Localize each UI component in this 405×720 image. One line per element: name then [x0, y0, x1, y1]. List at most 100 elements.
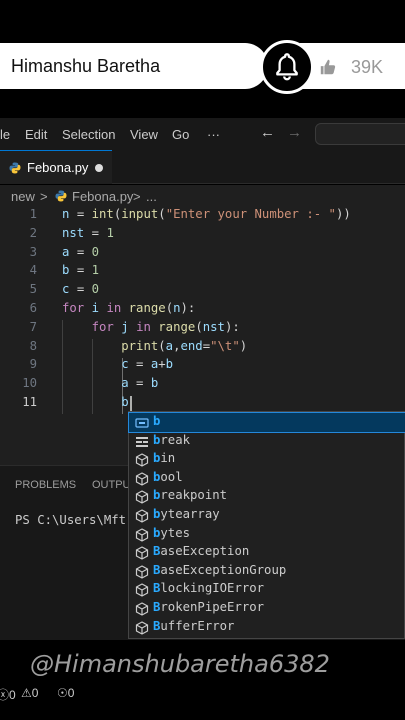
- channel-watermark: @Himanshubaretha6382: [30, 650, 330, 678]
- breadcrumb-separator: >: [133, 189, 141, 204]
- line-code: a = b: [62, 376, 159, 391]
- suggestion-label: BlockingIOError: [153, 581, 265, 596]
- line-number: 8: [29, 338, 37, 353]
- code-line[interactable]: 9 c = a+b: [0, 357, 405, 376]
- suggestion-label: bin: [153, 451, 176, 466]
- line-code: b: [62, 395, 129, 409]
- line-number: 9: [29, 357, 37, 372]
- suggestion-item[interactable]: bin: [129, 450, 405, 469]
- suggestion-label: BaseException: [153, 544, 250, 559]
- breadcrumb-symbol[interactable]: ...: [146, 189, 157, 204]
- line-number: 1: [29, 207, 37, 221]
- module-cube-icon: [135, 471, 149, 486]
- suggestion-item[interactable]: bool: [129, 469, 405, 488]
- suggestion-label: b: [153, 414, 161, 428]
- suggestion-item[interactable]: BaseException: [129, 543, 405, 562]
- suggestion-item[interactable]: BufferError: [129, 618, 405, 637]
- code-line[interactable]: 5 c = 0: [0, 282, 405, 301]
- suggestion-label: bool: [153, 469, 183, 484]
- line-code: for i in range(n):: [62, 301, 196, 315]
- line-number: 3: [29, 244, 37, 259]
- terminal-prompt[interactable]: PS C:\Users\Mft: [15, 513, 126, 527]
- suggestion-item[interactable]: b: [128, 412, 405, 433]
- line-code: n = int(input("Enter your Number :- ")): [62, 207, 351, 221]
- suggestion-item[interactable]: bytearray: [129, 506, 405, 525]
- menu-view[interactable]: View: [130, 127, 158, 142]
- breadcrumb-separator: >: [40, 189, 48, 204]
- code-line[interactable]: 8 print(a,end="\t"): [0, 339, 405, 358]
- error-count[interactable]: ⓧ0: [0, 686, 16, 703]
- warning-count[interactable]: ⚠0: [21, 686, 38, 700]
- breadcrumb-folder[interactable]: new: [11, 189, 35, 204]
- forward-arrow-icon[interactable]: →: [287, 124, 302, 141]
- code-line[interactable]: 7 for j in range(nst):: [0, 320, 405, 339]
- menu-file[interactable]: le: [0, 127, 10, 142]
- broadcast-icon: ☉: [57, 686, 68, 700]
- suggestion-label: breakpoint: [153, 488, 228, 503]
- ports-count[interactable]: ☉0: [57, 686, 74, 700]
- line-code: print(a,end="\t"): [121, 338, 248, 353]
- warning-icon: ⚠: [21, 686, 32, 700]
- line-number: 11: [22, 395, 37, 409]
- module-cube-icon: [135, 564, 149, 579]
- code-line[interactable]: 10 a = b: [0, 376, 405, 395]
- line-code: c = a+b: [62, 357, 174, 372]
- module-cube-icon: [135, 582, 149, 598]
- bell-icon: [276, 53, 298, 81]
- line-number: 5: [29, 282, 37, 297]
- breadcrumb-file[interactable]: Febona.py: [72, 189, 133, 204]
- subscribe-bell-button[interactable]: [260, 40, 314, 94]
- menu-selection[interactable]: Selection: [62, 127, 115, 142]
- module-cube-icon: [135, 545, 149, 560]
- suggestion-item[interactable]: BaseExceptionGroup: [129, 562, 405, 581]
- line-number: 2: [29, 225, 37, 240]
- variable-icon: [135, 415, 149, 429]
- like-count: 39K: [351, 57, 384, 77]
- line-code: a = 0: [62, 244, 100, 259]
- suggestion-label: break: [153, 432, 191, 447]
- status-bar: ⓧ0 ⚠0 ☉0: [0, 682, 405, 704]
- breadcrumb: new > Febona.py > ...: [0, 185, 405, 207]
- suggestion-label: BaseExceptionGroup: [153, 562, 287, 577]
- code-line[interactable]: 6 for i in range(n):: [0, 301, 405, 320]
- suggestion-item[interactable]: break: [129, 432, 405, 451]
- command-center-search[interactable]: [315, 123, 405, 145]
- line-code: b = 1: [62, 263, 100, 278]
- code-line[interactable]: 1 n = int(input("Enter your Number :- ")): [0, 207, 405, 226]
- code-line[interactable]: 3 a = 0: [0, 245, 405, 264]
- unsaved-dot-icon[interactable]: [95, 164, 103, 172]
- menubar: le Edit Selection View Go ··· ← →: [0, 118, 405, 150]
- tab-problems[interactable]: PROBLEMS: [15, 479, 76, 491]
- suggestion-label: BufferError: [153, 618, 235, 633]
- line-number: 4: [29, 263, 37, 278]
- suggestion-item[interactable]: breakpoint: [129, 487, 405, 506]
- line-code: c = 0: [62, 282, 100, 297]
- menu-more[interactable]: ···: [207, 127, 220, 142]
- suggestion-label: bytes: [153, 525, 191, 540]
- module-cube-icon: [135, 601, 149, 616]
- suggestion-label: bytearray: [153, 507, 220, 521]
- channel-name[interactable]: Himanshu Baretha: [11, 56, 160, 77]
- tab-febona-py[interactable]: Febona.py: [0, 150, 112, 184]
- line-number: 6: [29, 301, 37, 315]
- suggestion-item[interactable]: BrokenPipeError: [129, 599, 405, 618]
- menu-edit[interactable]: Edit: [25, 127, 47, 142]
- menu-go[interactable]: Go: [172, 127, 189, 142]
- error-icon: ⓧ: [0, 688, 10, 702]
- line-number: 10: [22, 376, 37, 391]
- suggestion-item[interactable]: BlockingIOError: [129, 580, 405, 599]
- module-cube-icon: [135, 508, 149, 523]
- suggestion-item[interactable]: bytes: [129, 525, 405, 544]
- code-line[interactable]: 4 b = 1: [0, 263, 405, 282]
- line-number: 7: [29, 319, 37, 334]
- tab-label: Febona.py: [27, 160, 89, 175]
- module-cube-icon: [135, 452, 149, 467]
- back-arrow-icon[interactable]: ←: [260, 124, 275, 141]
- line-code: for j in range(nst):: [91, 319, 240, 334]
- thumbs-up-icon[interactable]: [319, 58, 337, 76]
- suggestion-label: BrokenPipeError: [153, 600, 265, 614]
- line-code: nst = 1: [62, 225, 114, 240]
- autocomplete-suggestions: b break bin bool breakpoint bytearray bytes Bas…: [128, 411, 405, 639]
- code-line[interactable]: 2 nst = 1: [0, 226, 405, 245]
- text-cursor: [130, 396, 132, 411]
